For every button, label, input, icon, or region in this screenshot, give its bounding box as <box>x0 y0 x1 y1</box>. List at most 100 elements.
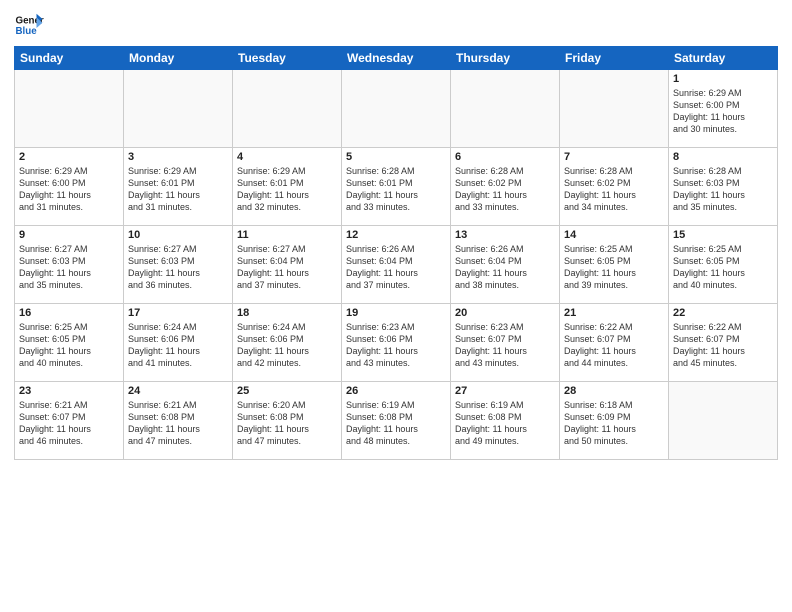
day-info: Sunrise: 6:24 AM Sunset: 6:06 PM Dayligh… <box>128 321 228 370</box>
calendar-cell: 5 Sunrise: 6:28 AM Sunset: 6:01 PM Daylig… <box>342 148 451 226</box>
day-info: Sunrise: 6:29 AM Sunset: 6:00 PM Dayligh… <box>673 87 773 136</box>
calendar-cell: 14Sunrise: 6:25 AM Sunset: 6:05 PM Dayli… <box>560 226 669 304</box>
day-info: Sunrise: 6:25 AM Sunset: 6:05 PM Dayligh… <box>673 243 773 292</box>
calendar-cell: 3 Sunrise: 6:29 AM Sunset: 6:01 PM Daylig… <box>124 148 233 226</box>
calendar-cell: 22 Sunrise: 6:22 AM Sunset: 6:07 PM Dayli… <box>669 304 778 382</box>
calendar-cell: 8 Sunrise: 6:28 AM Sunset: 6:03 PM Daylig… <box>669 148 778 226</box>
calendar-header-row: SundayMondayTuesdayWednesdayThursdayFrid… <box>15 47 778 70</box>
calendar-table: SundayMondayTuesdayWednesdayThursdayFrid… <box>14 46 778 460</box>
calendar-cell <box>451 70 560 148</box>
day-info: Sunrise: 6:22 AM Sunset: 6:07 PM Dayligh… <box>564 321 664 370</box>
calendar-cell: 16 Sunrise: 6:25 AM Sunset: 6:05 PM Dayli… <box>15 304 124 382</box>
calendar-cell: 7 Sunrise: 6:28 AM Sunset: 6:02 PM Daylig… <box>560 148 669 226</box>
day-number: 1 <box>673 73 773 85</box>
header: General Blue <box>14 10 778 40</box>
calendar-cell: 11 Sunrise: 6:27 AM Sunset: 6:04 PM Dayli… <box>233 226 342 304</box>
day-info: Sunrise: 6:27 AM Sunset: 6:03 PM Dayligh… <box>19 243 119 292</box>
day-info: Sunrise: 6:28 AM Sunset: 6:02 PM Dayligh… <box>564 165 664 214</box>
calendar-cell: 12 Sunrise: 6:26 AM Sunset: 6:04 PM Dayli… <box>342 226 451 304</box>
day-number: 6 <box>455 151 555 163</box>
col-header-thursday: Thursday <box>451 47 560 70</box>
day-number: 28 <box>564 385 664 397</box>
day-info: Sunrise: 6:28 AM Sunset: 6:01 PM Dayligh… <box>346 165 446 214</box>
calendar-cell <box>342 70 451 148</box>
day-info: Sunrise: 6:26 AM Sunset: 6:04 PM Dayligh… <box>455 243 555 292</box>
calendar-cell: 26 Sunrise: 6:19 AM Sunset: 6:08 PM Dayli… <box>342 382 451 460</box>
day-number: 11 <box>237 229 337 241</box>
day-number: 23 <box>19 385 119 397</box>
day-number: 16 <box>19 307 119 319</box>
day-number: 26 <box>346 385 446 397</box>
day-info: Sunrise: 6:20 AM Sunset: 6:08 PM Dayligh… <box>237 399 337 448</box>
calendar-cell: 24 Sunrise: 6:21 AM Sunset: 6:08 PM Dayli… <box>124 382 233 460</box>
calendar-cell: 4 Sunrise: 6:29 AM Sunset: 6:01 PM Daylig… <box>233 148 342 226</box>
day-info: Sunrise: 6:28 AM Sunset: 6:02 PM Dayligh… <box>455 165 555 214</box>
day-number: 5 <box>346 151 446 163</box>
calendar-cell: 2Sunrise: 6:29 AM Sunset: 6:00 PM Daylig… <box>15 148 124 226</box>
day-number: 8 <box>673 151 773 163</box>
day-info: Sunrise: 6:19 AM Sunset: 6:08 PM Dayligh… <box>346 399 446 448</box>
calendar-cell <box>669 382 778 460</box>
col-header-tuesday: Tuesday <box>233 47 342 70</box>
day-number: 3 <box>128 151 228 163</box>
calendar-cell <box>15 70 124 148</box>
day-number: 12 <box>346 229 446 241</box>
calendar-cell: 27Sunrise: 6:19 AM Sunset: 6:08 PM Dayli… <box>451 382 560 460</box>
day-info: Sunrise: 6:18 AM Sunset: 6:09 PM Dayligh… <box>564 399 664 448</box>
calendar-cell: 23 Sunrise: 6:21 AM Sunset: 6:07 PM Dayli… <box>15 382 124 460</box>
day-number: 22 <box>673 307 773 319</box>
calendar-week-1: 2Sunrise: 6:29 AM Sunset: 6:00 PM Daylig… <box>15 148 778 226</box>
calendar-cell: 18 Sunrise: 6:24 AM Sunset: 6:06 PM Dayli… <box>233 304 342 382</box>
calendar-cell: 25 Sunrise: 6:20 AM Sunset: 6:08 PM Dayli… <box>233 382 342 460</box>
page: General Blue SundayMondayTuesdayWednesda… <box>0 0 792 612</box>
day-info: Sunrise: 6:25 AM Sunset: 6:05 PM Dayligh… <box>19 321 119 370</box>
col-header-wednesday: Wednesday <box>342 47 451 70</box>
day-info: Sunrise: 6:26 AM Sunset: 6:04 PM Dayligh… <box>346 243 446 292</box>
calendar-cell: 15Sunrise: 6:25 AM Sunset: 6:05 PM Dayli… <box>669 226 778 304</box>
day-number: 25 <box>237 385 337 397</box>
calendar-cell: 10Sunrise: 6:27 AM Sunset: 6:03 PM Dayli… <box>124 226 233 304</box>
logo-icon: General Blue <box>14 10 44 40</box>
day-info: Sunrise: 6:24 AM Sunset: 6:06 PM Dayligh… <box>237 321 337 370</box>
day-info: Sunrise: 6:28 AM Sunset: 6:03 PM Dayligh… <box>673 165 773 214</box>
day-info: Sunrise: 6:23 AM Sunset: 6:06 PM Dayligh… <box>346 321 446 370</box>
col-header-sunday: Sunday <box>15 47 124 70</box>
calendar-week-2: 9 Sunrise: 6:27 AM Sunset: 6:03 PM Daylig… <box>15 226 778 304</box>
day-number: 7 <box>564 151 664 163</box>
calendar-cell: 6 Sunrise: 6:28 AM Sunset: 6:02 PM Daylig… <box>451 148 560 226</box>
calendar-cell: 1 Sunrise: 6:29 AM Sunset: 6:00 PM Daylig… <box>669 70 778 148</box>
day-info: Sunrise: 6:23 AM Sunset: 6:07 PM Dayligh… <box>455 321 555 370</box>
calendar-cell <box>233 70 342 148</box>
calendar-week-0: 1 Sunrise: 6:29 AM Sunset: 6:00 PM Daylig… <box>15 70 778 148</box>
day-info: Sunrise: 6:22 AM Sunset: 6:07 PM Dayligh… <box>673 321 773 370</box>
day-number: 24 <box>128 385 228 397</box>
col-header-friday: Friday <box>560 47 669 70</box>
col-header-monday: Monday <box>124 47 233 70</box>
calendar-cell: 28 Sunrise: 6:18 AM Sunset: 6:09 PM Dayli… <box>560 382 669 460</box>
calendar-week-3: 16 Sunrise: 6:25 AM Sunset: 6:05 PM Dayli… <box>15 304 778 382</box>
day-number: 10 <box>128 229 228 241</box>
calendar-cell: 17 Sunrise: 6:24 AM Sunset: 6:06 PM Dayli… <box>124 304 233 382</box>
day-number: 19 <box>346 307 446 319</box>
day-info: Sunrise: 6:25 AM Sunset: 6:05 PM Dayligh… <box>564 243 664 292</box>
day-number: 17 <box>128 307 228 319</box>
day-info: Sunrise: 6:21 AM Sunset: 6:07 PM Dayligh… <box>19 399 119 448</box>
day-number: 20 <box>455 307 555 319</box>
day-info: Sunrise: 6:27 AM Sunset: 6:04 PM Dayligh… <box>237 243 337 292</box>
col-header-saturday: Saturday <box>669 47 778 70</box>
day-info: Sunrise: 6:21 AM Sunset: 6:08 PM Dayligh… <box>128 399 228 448</box>
day-number: 13 <box>455 229 555 241</box>
calendar-cell: 20 Sunrise: 6:23 AM Sunset: 6:07 PM Dayli… <box>451 304 560 382</box>
day-info: Sunrise: 6:29 AM Sunset: 6:01 PM Dayligh… <box>237 165 337 214</box>
calendar-cell <box>124 70 233 148</box>
day-number: 9 <box>19 229 119 241</box>
calendar-cell: 9 Sunrise: 6:27 AM Sunset: 6:03 PM Daylig… <box>15 226 124 304</box>
calendar-cell: 13 Sunrise: 6:26 AM Sunset: 6:04 PM Dayli… <box>451 226 560 304</box>
calendar-cell <box>560 70 669 148</box>
day-info: Sunrise: 6:29 AM Sunset: 6:01 PM Dayligh… <box>128 165 228 214</box>
day-info: Sunrise: 6:29 AM Sunset: 6:00 PM Dayligh… <box>19 165 119 214</box>
day-number: 4 <box>237 151 337 163</box>
calendar-week-4: 23 Sunrise: 6:21 AM Sunset: 6:07 PM Dayli… <box>15 382 778 460</box>
calendar-cell: 21Sunrise: 6:22 AM Sunset: 6:07 PM Dayli… <box>560 304 669 382</box>
day-number: 18 <box>237 307 337 319</box>
